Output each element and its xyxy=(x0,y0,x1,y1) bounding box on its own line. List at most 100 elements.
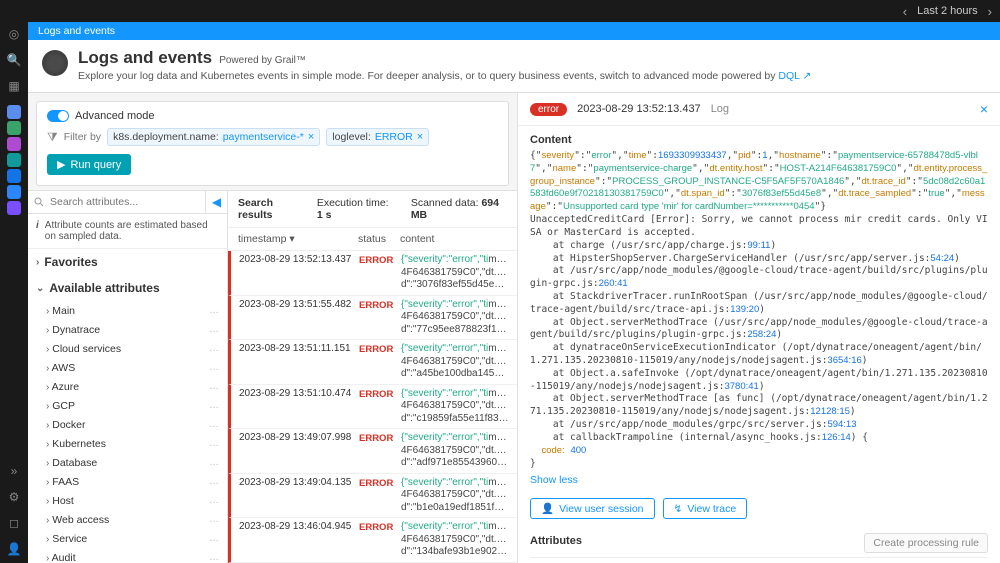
attribute-group[interactable]: › Host… xyxy=(28,491,227,510)
nav-home-icon[interactable]: ◎ xyxy=(6,26,22,42)
close-icon[interactable]: × xyxy=(417,131,423,143)
breadcrumb-label: Logs and events xyxy=(38,25,115,37)
trace-icon: ↯ xyxy=(674,503,683,515)
chevron-right-icon: › xyxy=(46,382,49,393)
chevron-right-icon: › xyxy=(46,306,49,317)
apps-icon[interactable]: ▦ xyxy=(6,78,22,94)
filter-icon: ⧩ xyxy=(47,130,58,145)
chevron-right-icon: › xyxy=(46,477,49,488)
query-card: Advanced mode ⧩ Filter by k8s.deployment… xyxy=(36,101,509,186)
user-icon: 👤 xyxy=(541,502,554,515)
top-bar: ‹ Last 2 hours › xyxy=(0,0,1000,22)
chevron-right-icon: › xyxy=(46,534,49,545)
advanced-mode-label: Advanced mode xyxy=(75,110,155,122)
page-subtitle: Explore your log data and Kubernetes eve… xyxy=(78,70,811,82)
collapse-panel-button[interactable]: ◀ xyxy=(205,191,227,213)
available-attrs-section[interactable]: ⌄ Available attributes xyxy=(28,275,227,301)
attribute-search-input[interactable] xyxy=(28,191,205,213)
chevron-down-icon: ⌄ xyxy=(36,283,44,294)
nav-app-icon[interactable] xyxy=(6,120,22,136)
attribute-group[interactable]: › Cloud services… xyxy=(28,339,227,358)
nav-app-icon[interactable] xyxy=(6,152,22,168)
attribute-group[interactable]: › FAAS… xyxy=(28,472,227,491)
view-user-session-button[interactable]: 👤View user session xyxy=(530,498,655,519)
powered-by-label: Powered by Grail™ xyxy=(219,55,306,66)
results-panel: Search results Execution time: 1 s Scann… xyxy=(228,190,517,563)
filter-chip-loglevel[interactable]: loglevel:ERROR × xyxy=(326,128,429,146)
log-row[interactable]: 2023-08-29 13:46:04.945ERROR{"severity":… xyxy=(228,518,517,563)
attributes-panel: ◀ i Attribute counts are estimated based… xyxy=(28,190,228,563)
sort-icon: ▾ xyxy=(289,233,294,245)
chevron-right-icon: › xyxy=(36,257,39,268)
attribute-group[interactable]: › AWS… xyxy=(28,358,227,377)
search-icon[interactable]: 🔍 xyxy=(6,52,22,68)
nav-app-icon[interactable] xyxy=(6,136,22,152)
external-link-icon: ↗ xyxy=(803,70,812,82)
breadcrumb: Logs and events xyxy=(28,22,1000,40)
chevron-right-icon: › xyxy=(46,325,49,336)
log-row[interactable]: 2023-08-29 13:51:10.474ERROR{"severity":… xyxy=(228,385,517,430)
expand-icon[interactable]: » xyxy=(6,463,22,479)
severity-badge: error xyxy=(530,103,567,116)
info-note: i Attribute counts are estimated based o… xyxy=(28,214,227,249)
attribute-group[interactable]: › GCP… xyxy=(28,396,227,415)
time-prev-icon[interactable]: ‹ xyxy=(903,4,907,19)
chevron-right-icon: › xyxy=(46,458,49,469)
attribute-group[interactable]: › Audit… xyxy=(28,548,227,563)
page-title: Logs and events xyxy=(78,48,212,67)
attribute-group[interactable]: › Docker… xyxy=(28,415,227,434)
help-icon[interactable]: ◻ xyxy=(6,515,22,531)
col-status[interactable]: status xyxy=(358,233,400,245)
chevron-right-icon: › xyxy=(46,401,49,412)
chevron-right-icon: › xyxy=(46,553,49,563)
attribute-group[interactable]: › Kubernetes… xyxy=(28,434,227,453)
time-next-icon[interactable]: › xyxy=(988,4,992,19)
nav-app-icon[interactable] xyxy=(6,104,22,120)
time-range-label[interactable]: Last 2 hours xyxy=(917,5,978,17)
chevron-right-icon: › xyxy=(46,344,49,355)
attribute-group[interactable]: › Service… xyxy=(28,529,227,548)
log-row[interactable]: 2023-08-29 13:49:04.135ERROR{"severity":… xyxy=(228,474,517,519)
attributes-heading: Attributes xyxy=(530,535,582,547)
chevron-right-icon: › xyxy=(46,439,49,450)
chevron-right-icon: › xyxy=(46,363,49,374)
col-timestamp[interactable]: timestamp ▾ xyxy=(238,233,358,245)
log-row[interactable]: 2023-08-29 13:52:13.437ERROR{"severity":… xyxy=(228,251,517,296)
log-row[interactable]: 2023-08-29 13:51:11.151ERROR{"severity":… xyxy=(228,340,517,385)
play-icon: ▶ xyxy=(57,158,65,171)
detail-type: Log xyxy=(711,103,729,115)
log-content: {"severity":"error","time":1693309933437… xyxy=(530,150,988,470)
close-icon[interactable]: × xyxy=(308,131,314,143)
view-trace-button[interactable]: ↯View trace xyxy=(663,498,748,519)
create-processing-rule-button[interactable]: Create processing rule xyxy=(864,533,988,553)
col-content[interactable]: content xyxy=(400,233,507,245)
gear-icon[interactable]: ⚙ xyxy=(6,489,22,505)
nav-app-icon[interactable] xyxy=(6,200,22,216)
page-header: Logs and events Powered by Grail™ Explor… xyxy=(28,40,1000,93)
log-row[interactable]: 2023-08-29 13:49:07.998ERROR{"severity":… xyxy=(228,429,517,474)
filter-chip-deployment[interactable]: k8s.deployment.name:paymentservice-* × xyxy=(107,128,320,146)
left-nav: ◎ 🔍 ▦ » ⚙ ◻ 👤 xyxy=(0,22,28,563)
close-detail-button[interactable]: × xyxy=(980,101,988,117)
nav-app-icon[interactable] xyxy=(6,184,22,200)
run-query-button[interactable]: ▶ Run query xyxy=(47,154,131,175)
detail-panel: error 2023-08-29 13:52:13.437 Log × Cont… xyxy=(518,93,1000,563)
favorites-section[interactable]: › Favorites xyxy=(28,249,227,275)
attribute-group[interactable]: › Web access… xyxy=(28,510,227,529)
show-less-link[interactable]: Show less xyxy=(530,474,578,486)
user-icon[interactable]: 👤 xyxy=(6,541,22,557)
attribute-group[interactable]: › Main… xyxy=(28,301,227,320)
dql-link[interactable]: DQL xyxy=(778,70,799,82)
chevron-right-icon: › xyxy=(46,515,49,526)
app-logo-icon xyxy=(42,50,68,76)
log-row[interactable]: 2023-08-29 13:51:55.482ERROR{"severity":… xyxy=(228,296,517,341)
filter-by-label: Filter by xyxy=(64,131,101,143)
search-results-label: Search results xyxy=(238,197,273,221)
nav-app-icon[interactable] xyxy=(6,168,22,184)
attribute-group[interactable]: › Database… xyxy=(28,453,227,472)
chevron-right-icon: › xyxy=(46,496,49,507)
advanced-mode-toggle[interactable] xyxy=(47,110,69,122)
detail-timestamp: 2023-08-29 13:52:13.437 xyxy=(577,103,701,115)
attribute-group[interactable]: › Azure… xyxy=(28,377,227,396)
attribute-group[interactable]: › Dynatrace… xyxy=(28,320,227,339)
